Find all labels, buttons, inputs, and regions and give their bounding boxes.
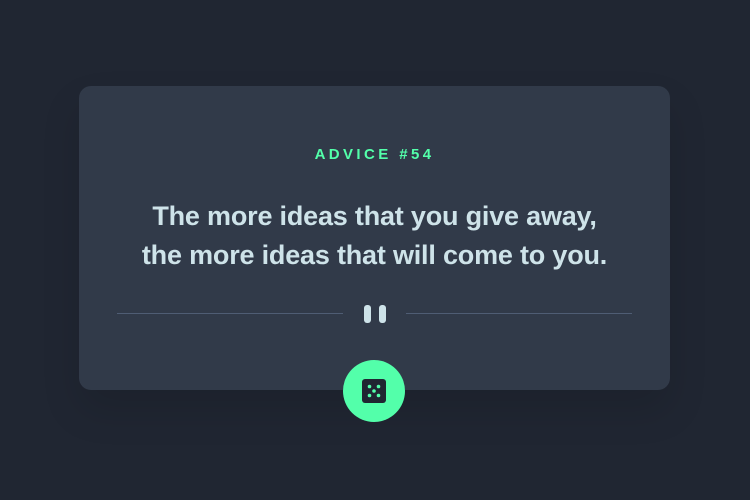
dice-icon xyxy=(362,379,386,403)
divider-line-left xyxy=(117,313,343,314)
divider-line-right xyxy=(406,313,632,314)
advice-quote: The more ideas that you give away, the m… xyxy=(119,197,630,275)
new-advice-button[interactable] xyxy=(343,360,405,422)
pause-bar-left xyxy=(363,305,371,323)
advice-quote-line-2: the more ideas that will come to you. xyxy=(141,240,608,270)
advice-quote-line-1: The more ideas that you give away, xyxy=(152,201,597,231)
divider xyxy=(117,302,632,326)
pause-bar-right xyxy=(378,305,386,323)
advice-card: ADVICE #54 The more ideas that you give … xyxy=(79,86,670,390)
pause-icon xyxy=(363,305,387,323)
advice-id: ADVICE #54 xyxy=(314,146,435,163)
